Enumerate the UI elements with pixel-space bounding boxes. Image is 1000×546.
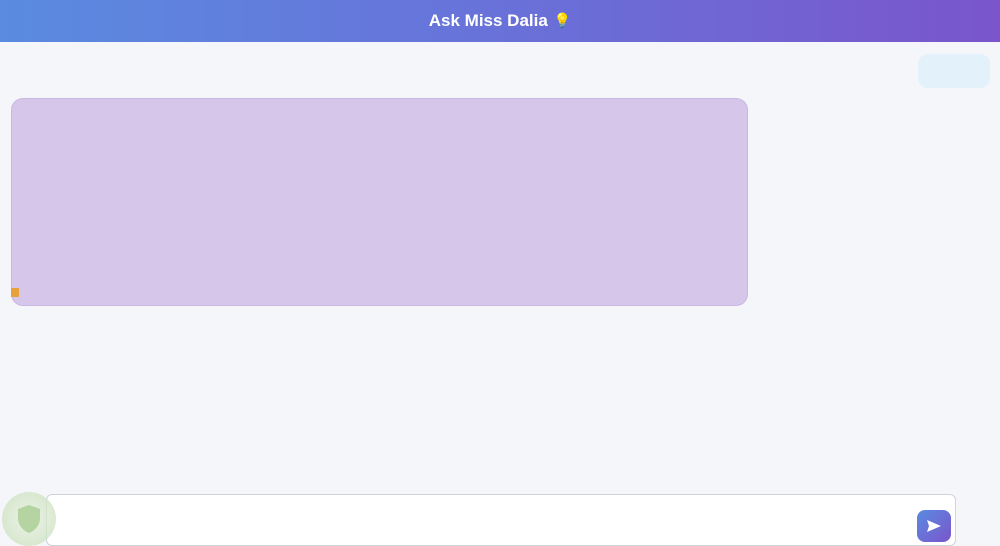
message-composer <box>46 494 956 546</box>
send-button[interactable] <box>917 510 951 542</box>
message-line <box>26 187 733 203</box>
message-line <box>26 109 733 125</box>
message-line <box>26 218 733 234</box>
app-title: Ask Miss Dalia <box>428 11 548 30</box>
chat-area <box>0 42 1000 490</box>
message-line <box>26 202 733 218</box>
copy-button[interactable] <box>11 288 22 297</box>
send-arrow-icon <box>927 520 941 532</box>
assistant-message <box>11 98 748 306</box>
message-line <box>26 140 733 156</box>
copy-icon <box>11 288 19 297</box>
message-input[interactable] <box>55 501 915 541</box>
top-bar: Ask Miss Dalia 💡 <box>0 0 1000 42</box>
message-line <box>26 233 733 249</box>
message-line <box>26 249 733 265</box>
message-line <box>26 280 733 296</box>
message-line <box>26 156 733 172</box>
shield-icon <box>18 505 40 533</box>
lightbulb-icon: 💡 <box>553 13 572 29</box>
user-message <box>918 54 990 88</box>
watermark-logo <box>2 492 56 546</box>
